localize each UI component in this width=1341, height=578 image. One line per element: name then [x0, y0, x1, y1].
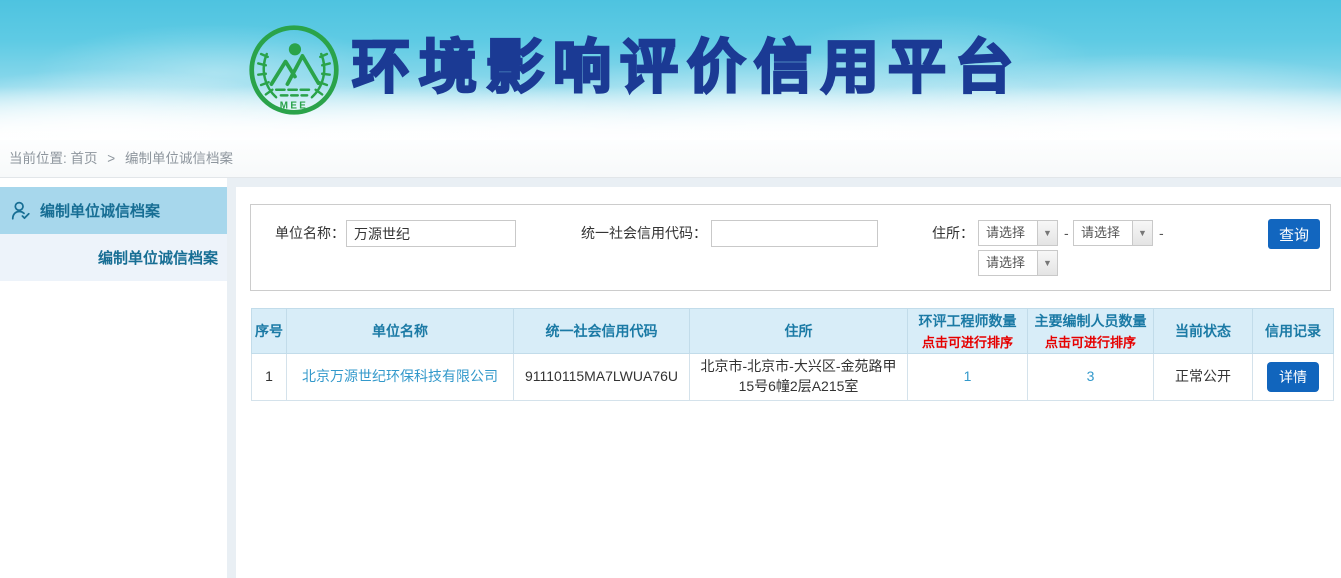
residence-dash-2: - [1159, 220, 1164, 247]
breadcrumb-home-link[interactable]: 首页 [71, 151, 98, 166]
breadcrumb-current: 编制单位诚信档案 [125, 151, 233, 166]
result-table: 序号 单位名称 统一社会信用代码 住所 环评工程师数量 点击可进行排序 主要编制… [251, 308, 1334, 401]
sidebar-item-unit-credit-archive[interactable]: 编制单位诚信档案 [0, 187, 227, 234]
table-row: 1 北京万源世纪环保科技有限公司 91110115MA7LWUA76U 北京市-… [252, 354, 1334, 401]
breadcrumb: 当前位置: 首页 > 编制单位诚信档案 [0, 140, 1341, 178]
col-address: 住所 [690, 309, 908, 354]
staff-count-link[interactable]: 3 [1087, 368, 1095, 384]
company-name-link[interactable]: 北京万源世纪环保科技有限公司 [302, 368, 498, 384]
sort-hint-engineer: 点击可进行排序 [911, 332, 1024, 351]
breadcrumb-label: 当前位置: [9, 151, 67, 166]
sidebar-item-label: 编制单位诚信档案 [40, 200, 160, 221]
table-header-row: 序号 单位名称 统一社会信用代码 住所 环评工程师数量 点击可进行排序 主要编制… [252, 309, 1334, 354]
residence-province-value: 请选择 [979, 221, 1037, 245]
row-index: 1 [252, 354, 287, 401]
residence-label: 住所： [891, 220, 974, 247]
detail-button[interactable]: 详情 [1267, 362, 1319, 392]
row-address: 北京市-北京市-大兴区-金苑路甲15号6幢2层A215室 [690, 354, 908, 401]
col-index: 序号 [252, 309, 287, 354]
mee-logo-icon: MEE [247, 23, 341, 117]
residence-district-value: 请选择 [979, 251, 1037, 275]
person-check-icon [10, 200, 32, 222]
credit-code-label: 统一社会信用代码： [551, 220, 707, 247]
col-company-name: 单位名称 [287, 309, 514, 354]
chevron-down-icon[interactable]: ▼ [1037, 221, 1057, 245]
breadcrumb-separator: > [107, 151, 115, 166]
row-credit-code: 91110115MA7LWUA76U [514, 354, 690, 401]
site-title: 环境影响评价信用平台 [352, 32, 1022, 104]
unit-name-input[interactable] [346, 220, 516, 247]
site-header: MEE 环境影响评价信用平台 [0, 0, 1341, 140]
chevron-down-icon[interactable]: ▼ [1132, 221, 1152, 245]
main-area: 编制单位诚信档案 编制单位诚信档案 单位名称： 统一社会信用代码： 住所： 请选… [0, 178, 1341, 578]
content-area: 单位名称： 统一社会信用代码： 住所： 请选择 ▼ - 请选择 ▼ - 请选择 … [236, 187, 1341, 578]
col-engineer-count-sortable[interactable]: 环评工程师数量 点击可进行排序 [908, 309, 1028, 354]
residence-dash-1: - [1064, 220, 1069, 247]
query-button[interactable]: 查询 [1268, 219, 1320, 249]
engineer-count-link[interactable]: 1 [964, 368, 972, 384]
residence-city-select[interactable]: 请选择 ▼ [1073, 220, 1153, 246]
page: MEE 环境影响评价信用平台 当前位置: 首页 > 编制单位诚信档案 编制单位诚… [0, 0, 1341, 578]
credit-code-input[interactable] [711, 220, 878, 247]
residence-city-value: 请选择 [1074, 221, 1132, 245]
sort-hint-staff: 点击可进行排序 [1031, 332, 1150, 351]
col-credit-record: 信用记录 [1253, 309, 1334, 354]
logo-mee-text: MEE [280, 101, 308, 112]
col-credit-code: 统一社会信用代码 [514, 309, 690, 354]
sidebar-subitem-label: 编制单位诚信档案 [98, 247, 218, 268]
chevron-down-icon[interactable]: ▼ [1037, 251, 1057, 275]
sidebar-subitem-unit-credit-archive[interactable]: 编制单位诚信档案 [0, 234, 227, 281]
residence-district-select[interactable]: 请选择 ▼ [978, 250, 1058, 276]
col-staff-count-sortable[interactable]: 主要编制人员数量 点击可进行排序 [1028, 309, 1154, 354]
col-status: 当前状态 [1154, 309, 1253, 354]
sidebar: 编制单位诚信档案 编制单位诚信档案 [0, 178, 227, 578]
col-engineer-count-label: 环评工程师数量 [919, 313, 1017, 329]
row-status: 正常公开 [1154, 354, 1253, 401]
unit-name-label: 单位名称： [261, 220, 345, 247]
search-panel: 单位名称： 统一社会信用代码： 住所： 请选择 ▼ - 请选择 ▼ - 请选择 … [250, 204, 1331, 291]
col-staff-count-label: 主要编制人员数量 [1035, 313, 1147, 329]
residence-province-select[interactable]: 请选择 ▼ [978, 220, 1058, 246]
